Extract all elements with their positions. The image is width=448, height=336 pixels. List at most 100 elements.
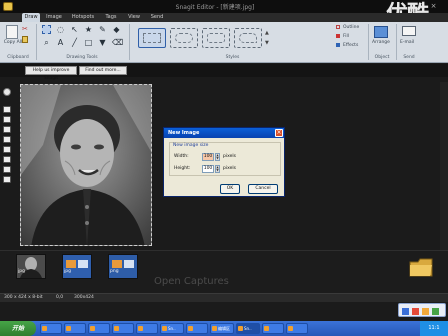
callout-tool-icon[interactable]: ◌ [56,25,65,34]
send-group-label: Send [403,55,415,60]
status-bar [0,293,448,302]
object-group-label: Object [374,55,390,60]
sidebar-toggle-icon[interactable] [3,88,11,96]
fill-tool-icon[interactable]: ▼ [98,38,107,47]
shape-tool-icon[interactable]: □ [84,38,93,47]
drawing-tools-group-label: Drawing Tools [66,55,98,60]
left-sidebar [0,84,14,250]
highlight-tool-icon[interactable]: ◆ [112,25,121,34]
erase-tool-icon[interactable]: ⌫ [112,38,123,47]
outline-button[interactable]: Outline [343,25,359,30]
styles-scroll-down-icon[interactable]: ▼ [265,40,271,46]
tab-hotspots[interactable]: Hotspots [70,13,96,22]
taskbar-button[interactable] [40,323,62,334]
improve-snagit-button[interactable]: Help us improve Snagit [25,66,77,81]
arrange-button[interactable]: Arrange [372,40,390,45]
fill-button[interactable]: Fill [343,34,349,39]
thumbnail-image [17,255,45,278]
arrow-tool-icon[interactable]: ↖ [70,25,79,34]
width-label: Width: [174,154,189,159]
taskbar-button[interactable] [262,323,284,334]
width-input[interactable]: 100 [202,153,214,161]
system-tray-toolbar[interactable] [398,303,446,317]
zoom-tool-icon[interactable]: ⌕ [42,38,51,47]
taskbar-button-active[interactable]: Sn.. [236,323,260,334]
tab-send[interactable]: Send [149,13,165,22]
taskbar-button[interactable] [112,323,134,334]
line-tool-icon[interactable]: ╱ [70,38,79,47]
styles-scroll-up-icon[interactable]: ▲ [265,30,271,36]
cancel-button[interactable]: Cancel [248,184,278,194]
tab-draw[interactable]: Draw [22,13,40,22]
taskbar-button[interactable] [286,323,308,334]
menu-tabs: Draw Image Hotspots Tags View Send [0,13,448,22]
folder-icon[interactable] [408,256,434,278]
paste-icon[interactable] [22,36,28,43]
fill-icon[interactable] [336,34,340,38]
close-button[interactable]: × [428,1,439,11]
email-button[interactable]: E-mail [400,40,414,45]
taskbar-button[interactable]: Sn.. [160,323,184,334]
sidebar-tool-icon[interactable] [3,176,11,183]
width-spinner-icon[interactable]: ▲ ▼ [215,153,220,161]
height-spinner-icon[interactable]: ▲ ▼ [215,165,220,173]
width-unit: pixels [223,154,236,159]
captured-photo[interactable] [20,84,152,246]
thumbnail-caption: jpg [18,269,25,274]
taskbar-button[interactable] [186,323,208,334]
height-input[interactable]: 100 [202,165,214,173]
image-dimensions: 300 x 424 x 8-bit [4,295,43,300]
ok-button[interactable]: OK [220,184,240,194]
thumbnail-caption: jpg [64,269,71,274]
outline-icon[interactable] [336,25,340,29]
taskbar-button[interactable]: 编辑区 [210,323,234,334]
sidebar-tool-icon[interactable] [3,106,11,113]
stamp-tool-icon[interactable]: ★ [84,25,93,34]
pen-tool-icon[interactable]: ✎ [98,25,107,34]
style-swatch[interactable] [202,28,230,48]
start-button[interactable]: 开始 [0,321,36,336]
portrait-image [21,85,151,245]
taskbar-button[interactable] [136,323,158,334]
copy-all-icon[interactable] [6,25,18,39]
tab-image[interactable]: Image [44,13,64,22]
sidebar-tool-icon[interactable] [3,156,11,163]
effects-icon[interactable] [336,43,340,47]
effects-button[interactable]: Effects [343,43,358,48]
image-size-group-label: New image size [172,143,210,148]
app-logo-icon[interactable] [3,2,13,11]
sidebar-tool-icon[interactable] [3,146,11,153]
thumbnail-image [109,255,137,278]
height-label: Height: [174,166,191,171]
notice-bar: Help us improve Snagit Find out more... [0,64,448,81]
thumbnail-image [63,255,91,278]
selection-tool-icon[interactable] [42,25,51,34]
thumbnail-caption: png [110,269,119,274]
tab-view[interactable]: View [126,13,142,22]
style-swatch[interactable] [170,28,198,48]
capture-thumbnail[interactable] [62,254,92,279]
ribbon: Copy All ✂ Clipboard ◌ ↖ ★ ✎ ◆ ⌕ A ╱ □ ▼… [0,22,448,63]
sidebar-tool-icon[interactable] [3,166,11,173]
open-captures-label: Open Captures [154,276,229,287]
text-tool-icon[interactable]: A [56,38,65,47]
dialog-close-button[interactable]: × [275,129,283,137]
capture-thumbnail[interactable] [108,254,138,279]
copy-all-button[interactable]: Copy All [3,40,23,45]
taskbar-button[interactable] [64,323,86,334]
height-unit: pixels [223,166,236,171]
find-out-more-button[interactable]: Find out more... [79,66,127,75]
taskbar-clock[interactable]: 11:1 [420,321,448,336]
style-swatch[interactable] [234,28,262,48]
sidebar-tool-icon[interactable] [3,136,11,143]
sidebar-tool-icon[interactable] [3,116,11,123]
sidebar-tool-icon[interactable] [3,126,11,133]
capture-thumbnail[interactable] [16,254,46,279]
taskbar-button[interactable] [88,323,110,334]
email-icon[interactable] [402,26,416,36]
canvas-scrollbar[interactable] [440,82,448,250]
arrange-icon[interactable] [374,26,388,38]
tab-tags[interactable]: Tags [103,13,119,22]
cut-icon[interactable]: ✂ [22,26,28,33]
style-swatch-selected[interactable] [138,28,166,48]
